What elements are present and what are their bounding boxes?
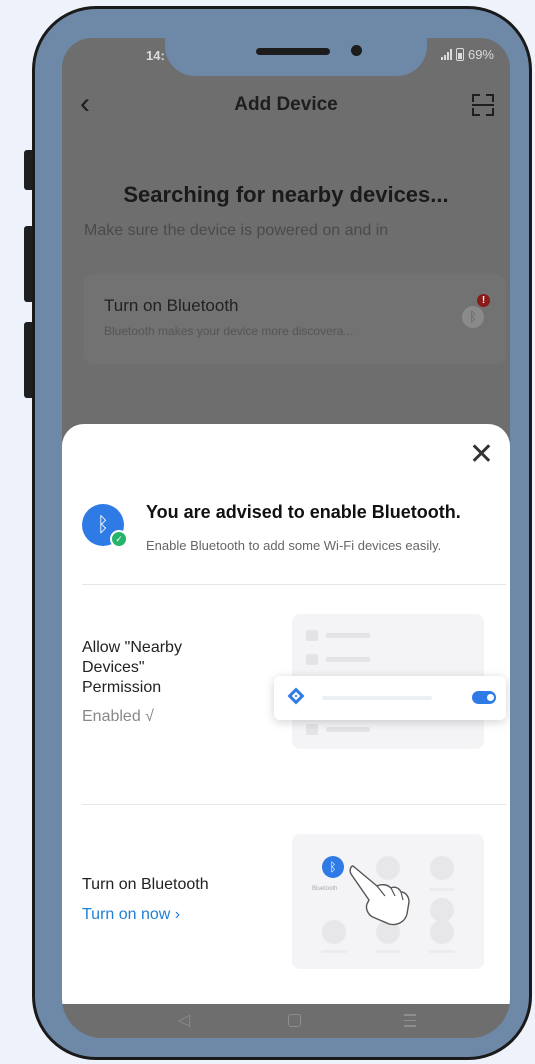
bluetooth-illustration: ᛒ Bluetooth xyxy=(292,834,484,969)
signal-icon xyxy=(440,49,452,60)
nav-back-icon[interactable]: ◁ xyxy=(178,1010,190,1030)
close-icon[interactable]: ✕ xyxy=(469,440,494,470)
nearby-devices-icon xyxy=(287,687,305,705)
bluetooth-bottom-sheet: ✕ ᛒ ✓ You are advised to enable Bluetoot… xyxy=(62,424,510,1004)
placeholder-label xyxy=(375,950,401,953)
battery-icon xyxy=(455,48,464,61)
turn-on-now-link[interactable]: Turn on now › xyxy=(82,906,180,924)
placeholder-label xyxy=(429,888,455,891)
bluetooth-card-subtitle: Bluetooth makes your device more discove… xyxy=(104,324,354,338)
front-camera xyxy=(351,45,362,56)
status-indicators: 69% xyxy=(440,47,494,62)
bluetooth-card[interactable]: Turn on Bluetooth Bluetooth makes your d… xyxy=(84,274,506,364)
search-heading: Searching for nearby devices... xyxy=(123,182,449,207)
advise-subtitle: Enable Bluetooth to add some Wi-Fi devic… xyxy=(146,538,442,553)
check-badge-icon: ✓ xyxy=(110,530,128,548)
page-title: Add Device xyxy=(234,94,338,115)
divider xyxy=(82,584,506,585)
nav-home-icon[interactable] xyxy=(288,1014,301,1027)
placeholder-dot xyxy=(430,856,454,880)
bluetooth-card-title: Turn on Bluetooth xyxy=(104,296,239,315)
placeholder-label xyxy=(321,950,347,953)
speaker-grille xyxy=(256,48,330,55)
placeholder-label xyxy=(429,950,455,953)
placeholder-line xyxy=(322,696,432,700)
advise-title: You are advised to enable Bluetooth. xyxy=(146,502,461,522)
system-nav-bar: ◁ xyxy=(62,1004,510,1038)
placeholder-dot xyxy=(430,920,454,944)
battery-level: 69% xyxy=(467,47,494,62)
hand-pointer-icon xyxy=(349,865,410,926)
status-time: 14: xyxy=(146,48,165,63)
app-header: ‹ Add Device xyxy=(62,89,510,120)
toggle-switch xyxy=(472,691,496,704)
bluetooth-icon: ᛒ xyxy=(462,306,484,328)
permission-status: Enabled √ xyxy=(82,708,154,725)
phone-notch xyxy=(165,36,427,76)
bluetooth-illustration-label: Bluetooth xyxy=(312,886,338,892)
bluetooth-title: Turn on Bluetooth xyxy=(82,876,209,893)
alert-badge: ! xyxy=(477,294,490,307)
placeholder-dot xyxy=(322,920,346,944)
nav-menu-icon[interactable] xyxy=(404,1014,416,1031)
divider xyxy=(82,804,506,805)
permission-toggle-card xyxy=(274,676,506,720)
phone-screen: 14: 69% ‹ Add Device Searching for nearb… xyxy=(62,38,510,1038)
placeholder-dot xyxy=(430,898,454,922)
bluetooth-icon: ᛒ xyxy=(322,856,344,878)
search-subtitle: Make sure the device is powered on and i… xyxy=(84,222,389,239)
scan-icon[interactable] xyxy=(472,94,494,116)
permission-title: Allow "Nearby Devices" Permission xyxy=(82,639,182,696)
